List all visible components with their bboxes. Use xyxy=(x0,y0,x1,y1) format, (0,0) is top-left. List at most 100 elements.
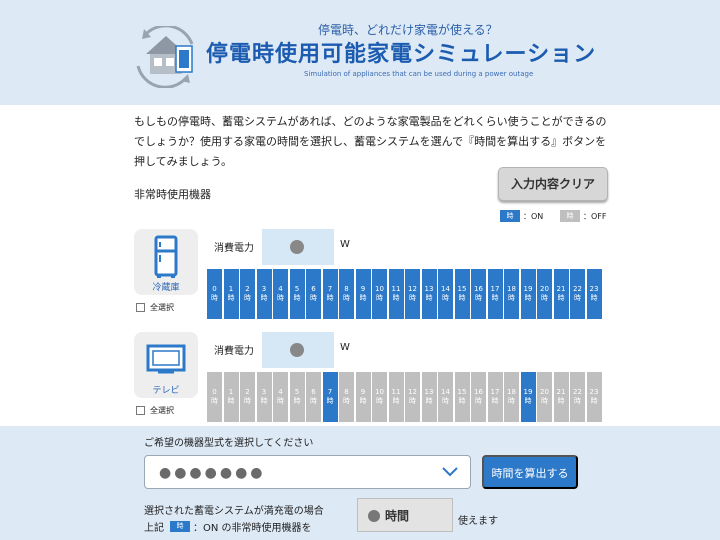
hour-suffix: 時 xyxy=(590,294,598,302)
hour-toggle-17[interactable]: 17 時 xyxy=(487,372,503,422)
hour-toggle-4[interactable]: 4時 xyxy=(273,269,288,319)
hour-number: 7 xyxy=(327,388,333,396)
hour-number: 14 xyxy=(441,285,450,293)
checkbox-box[interactable] xyxy=(136,406,145,415)
hour-toggle-7[interactable]: 7時 xyxy=(322,372,338,422)
hour-toggle-19[interactable]: 19 時 xyxy=(520,372,536,422)
hour-toggle-0[interactable]: 0時 xyxy=(207,372,222,422)
hour-number: 2 xyxy=(245,285,250,293)
hour-toggle-6[interactable]: 6時 xyxy=(306,269,321,319)
hour-toggle-12[interactable]: 12 時 xyxy=(405,269,420,319)
hour-toggle-9[interactable]: 9時 xyxy=(355,372,371,422)
hour-toggle-10[interactable]: 10 時 xyxy=(372,372,387,422)
hour-suffix: 時 xyxy=(508,294,515,302)
hour-toggle-16[interactable]: 16 時 xyxy=(471,372,486,422)
hour-toggle-19[interactable]: 19 時 xyxy=(520,269,536,319)
hour-toggle-13[interactable]: 13 時 xyxy=(421,372,437,422)
appliance-card-tv[interactable]: テレビ xyxy=(134,332,198,398)
legend-off: 時 ：OFF xyxy=(560,210,607,222)
hour-toggle-11[interactable]: 11 時 xyxy=(388,372,404,422)
hour-toggle-14[interactable]: 14 時 xyxy=(438,372,453,422)
hour-toggle-21[interactable]: 21 時 xyxy=(553,269,569,319)
hour-toggle-17[interactable]: 17 時 xyxy=(487,269,503,319)
hour-toggle-22[interactable]: 22 時 xyxy=(570,372,585,422)
power-value-field[interactable] xyxy=(262,229,334,265)
hour-toggle-15[interactable]: 15 時 xyxy=(454,269,470,319)
hour-toggle-8[interactable]: 8時 xyxy=(339,372,354,422)
hour-toggle-5[interactable]: 5時 xyxy=(289,269,305,319)
model-question: ご希望の機器型式を選択してください xyxy=(144,438,314,449)
hour-number: 20 xyxy=(540,388,549,396)
hour-toggle-20[interactable]: 20 時 xyxy=(537,269,552,319)
hour-toggle-18[interactable]: 18 時 xyxy=(504,269,519,319)
intro-text: もしもの停電時、蓄電システムがあれば、どのような家電製品をどれくらい使うことがで… xyxy=(134,115,607,168)
hour-toggle-1[interactable]: 1時 xyxy=(223,269,239,319)
power-unit: W xyxy=(340,239,350,250)
select-all-label: 全選択 xyxy=(150,406,174,415)
hour-number: 0 xyxy=(212,388,217,396)
hour-toggle-6[interactable]: 6時 xyxy=(306,372,321,422)
hour-toggle-4[interactable]: 4時 xyxy=(273,372,288,422)
hour-suffix: 時 xyxy=(557,397,565,405)
hour-toggle-10[interactable]: 10 時 xyxy=(372,269,387,319)
appliance-card-refrigerator[interactable]: 冷蔵庫 xyxy=(134,229,198,295)
hour-toggle-2[interactable]: 2時 xyxy=(240,372,255,422)
hour-suffix: 時 xyxy=(409,294,416,302)
hour-toggle-8[interactable]: 8時 xyxy=(339,269,354,319)
hour-suffix: 時 xyxy=(392,294,400,302)
hour-toggle-23[interactable]: 23 時 xyxy=(586,269,602,319)
hour-toggle-3[interactable]: 3時 xyxy=(256,269,272,319)
hour-toggle-5[interactable]: 5時 xyxy=(289,372,305,422)
power-value-field[interactable] xyxy=(262,332,334,368)
hour-number: 11 xyxy=(391,285,401,293)
hour-toggle-2[interactable]: 2時 xyxy=(240,269,255,319)
hour-suffix: 時 xyxy=(425,397,433,405)
appliance-name: 冷蔵庫 xyxy=(152,283,180,293)
hour-toggle-16[interactable]: 16 時 xyxy=(471,269,486,319)
hour-toggle-11[interactable]: 11 時 xyxy=(388,269,404,319)
hour-suffix: 時 xyxy=(425,294,433,302)
hour-toggle-1[interactable]: 1時 xyxy=(223,372,239,422)
hour-toggle-22[interactable]: 22 時 xyxy=(570,269,585,319)
model-select-value: ●●●●●●● xyxy=(159,465,266,481)
hour-suffix: 時 xyxy=(326,294,334,302)
hour-number: 21 xyxy=(556,388,566,396)
hour-number: 9 xyxy=(360,388,366,396)
hour-toggle-0[interactable]: 0時 xyxy=(207,269,222,319)
hour-number: 5 xyxy=(294,285,300,293)
hour-number: 19 xyxy=(523,285,533,293)
hour-toggle-13[interactable]: 13 時 xyxy=(421,269,437,319)
hour-number: 17 xyxy=(490,388,500,396)
model-select[interactable]: ●●●●●●● xyxy=(144,455,471,489)
hour-toggle-14[interactable]: 14 時 xyxy=(438,269,453,319)
hour-suffix: 時 xyxy=(524,397,532,405)
hour-suffix: 時 xyxy=(376,294,383,302)
hour-suffix: 時 xyxy=(376,397,383,405)
hour-toggle-23[interactable]: 23 時 xyxy=(586,372,602,422)
hour-suffix: 時 xyxy=(244,397,251,405)
page-title: 停電時使用可能家電シミュレーション xyxy=(206,42,597,67)
hour-suffix: 時 xyxy=(211,294,218,302)
hour-toggle-9[interactable]: 9時 xyxy=(355,269,371,319)
hour-toggle-18[interactable]: 18 時 xyxy=(504,372,519,422)
clear-input-button[interactable]: 入力内容クリア xyxy=(498,167,608,201)
hour-number: 5 xyxy=(294,388,300,396)
hour-number: 22 xyxy=(573,388,582,396)
hour-toggle-7[interactable]: 7時 xyxy=(322,269,338,319)
hour-toggle-3[interactable]: 3時 xyxy=(256,372,272,422)
select-all-checkbox[interactable]: 全選択 xyxy=(136,405,174,416)
hour-toggle-15[interactable]: 15 時 xyxy=(454,372,470,422)
hour-number: 10 xyxy=(375,388,384,396)
checkbox-box[interactable] xyxy=(136,303,145,312)
hour-toggle-12[interactable]: 12 時 xyxy=(405,372,420,422)
hour-toggle-20[interactable]: 20 時 xyxy=(537,372,552,422)
hour-toggles: 0 時 1 時 2 時 3 時 4 時 5 時 6 時 7 時 8 時 9 時 10 時 11 時 12 時 13 時 14 時 15 時 16… xyxy=(207,269,603,319)
hour-number: 20 xyxy=(540,285,549,293)
hour-number: 4 xyxy=(278,388,283,396)
power-unit: W xyxy=(340,342,350,353)
page-title-english: Simulation of appliances that can be use… xyxy=(304,70,534,78)
calculate-time-button[interactable]: 時間を算出する xyxy=(482,455,578,489)
hour-toggle-21[interactable]: 21 時 xyxy=(553,372,569,422)
select-all-checkbox[interactable]: 全選択 xyxy=(136,302,174,313)
hour-suffix: 時 xyxy=(310,397,317,405)
